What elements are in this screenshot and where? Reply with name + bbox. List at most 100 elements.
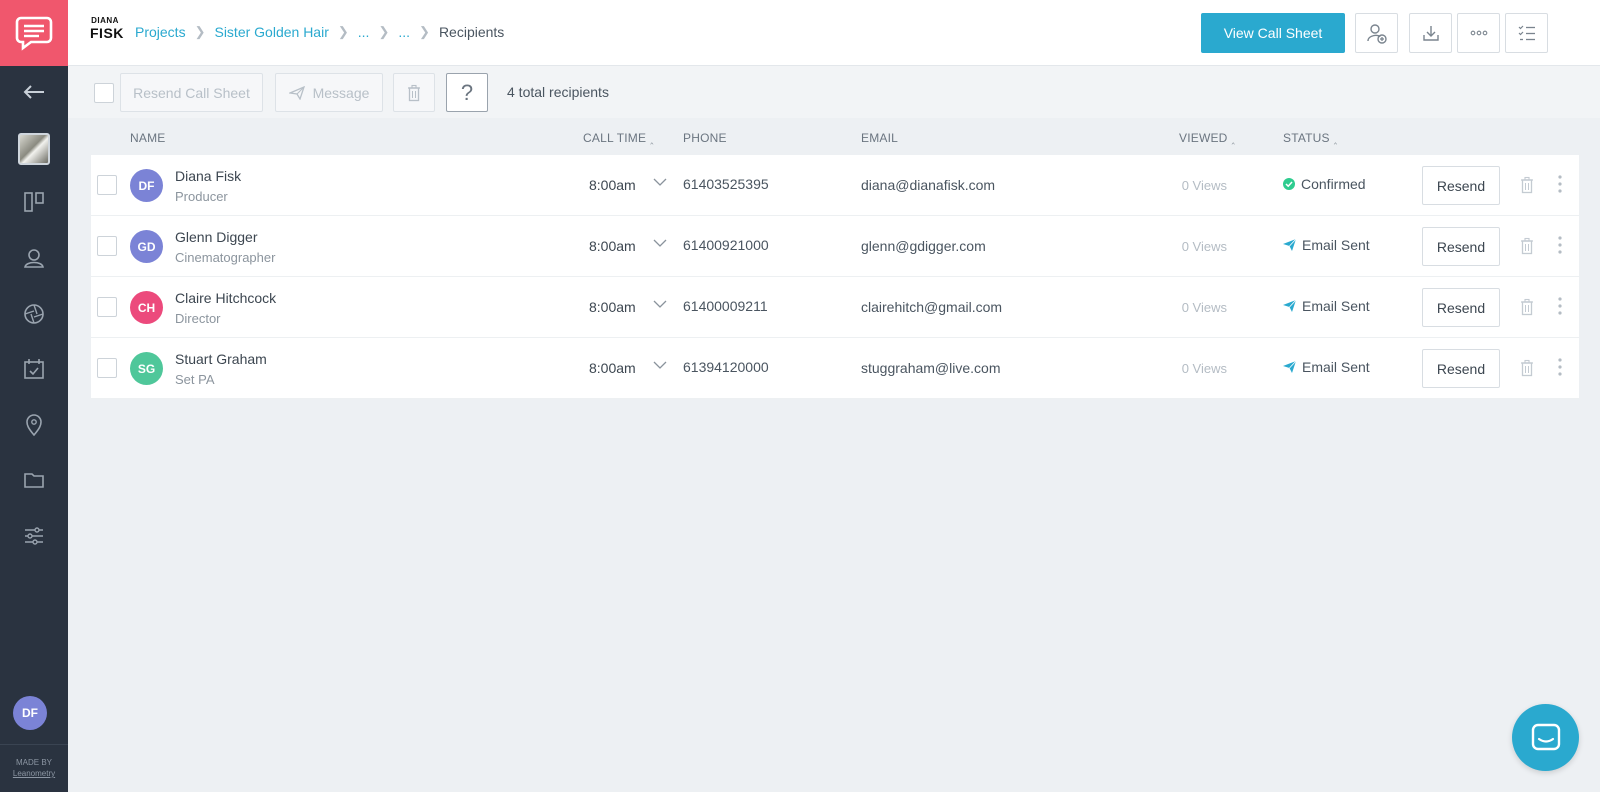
sidebar-item-equipment[interactable]	[0, 294, 68, 334]
chevron-right-icon: ❯	[337, 24, 349, 39]
status-badge: Email Sent	[1283, 298, 1370, 314]
breadcrumb-projects[interactable]: Projects	[135, 24, 186, 40]
row-checkbox[interactable]	[97, 175, 117, 195]
footer-made-by: MADE BY	[15, 758, 52, 767]
column-header-email[interactable]: EMAIL	[861, 131, 898, 145]
column-header-call-time[interactable]: CALL TIME ‸	[583, 131, 654, 145]
email-value: diana@dianafisk.com	[861, 177, 996, 193]
project-thumbnail[interactable]	[0, 129, 68, 169]
help-button[interactable]: ?	[446, 73, 488, 112]
column-header-viewed[interactable]: VIEWED ‸	[1179, 131, 1235, 145]
message-button-label: Message	[312, 84, 370, 101]
trash-icon	[408, 84, 420, 101]
column-header-phone[interactable]: PHONE	[683, 131, 727, 145]
user-avatar[interactable]: DF	[13, 696, 47, 730]
trash-icon[interactable]	[1520, 298, 1534, 316]
bulk-delete-button[interactable]	[393, 73, 435, 112]
phone-value: 61400009211	[683, 298, 768, 314]
recipient-name[interactable]: Glenn Digger	[175, 229, 258, 245]
avatar: DF	[130, 169, 163, 202]
call-time-value[interactable]: 8:00am	[589, 360, 636, 376]
check-circle-icon	[1283, 178, 1295, 190]
row-checkbox[interactable]	[97, 236, 117, 256]
sidebar-item-schedule[interactable]	[0, 349, 68, 389]
views-count: 0 Views	[1181, 361, 1227, 376]
call-time-value[interactable]: 8:00am	[589, 238, 636, 254]
select-all-checkbox[interactable]	[94, 83, 114, 103]
row-checkbox[interactable]	[97, 297, 117, 317]
brand-line1: DIANA	[91, 16, 119, 25]
trash-icon[interactable]	[1520, 237, 1534, 255]
call-time-value[interactable]: 8:00am	[589, 299, 636, 315]
recipient-name[interactable]: Stuart Graham	[175, 351, 267, 367]
paper-plane-icon	[1283, 239, 1296, 251]
resend-button[interactable]: Resend	[1422, 166, 1500, 205]
view-call-sheet-button[interactable]: View Call Sheet	[1201, 13, 1345, 53]
chat-bubble-icon	[1531, 723, 1560, 750]
avatar: GD	[130, 230, 163, 263]
chevron-right-icon: ❯	[419, 24, 430, 39]
breadcrumb-current: Recipients	[438, 24, 505, 40]
message-button[interactable]: Message	[275, 73, 383, 112]
chat-logo-icon	[15, 16, 53, 51]
resend-call-sheet-button[interactable]: Resend Call Sheet	[120, 73, 263, 112]
views-count: 0 Views	[1181, 178, 1227, 193]
status-badge: Email Sent	[1283, 237, 1370, 253]
breadcrumb-project[interactable]: Sister Golden Hair	[214, 24, 328, 40]
trash-icon[interactable]	[1520, 176, 1534, 194]
kebab-menu-icon[interactable]	[1557, 296, 1563, 316]
sidebar-item-settings[interactable]	[0, 516, 68, 556]
breadcrumb-ellipsis-1[interactable]: ...	[358, 24, 370, 40]
status-text: Email Sent	[1302, 237, 1370, 253]
chevron-down-icon[interactable]	[653, 361, 667, 369]
resend-button[interactable]: Resend	[1422, 349, 1500, 388]
chevron-down-icon[interactable]	[653, 239, 667, 247]
column-header-email-label: EMAIL	[861, 131, 899, 145]
sidebar-item-contacts[interactable]	[0, 238, 68, 278]
kebab-menu-icon[interactable]	[1557, 174, 1563, 194]
breadcrumb-ellipsis-2[interactable]: ...	[398, 24, 410, 40]
more-options-button[interactable]	[1457, 13, 1500, 53]
column-header-viewed-label: VIEWED	[1179, 131, 1228, 145]
column-header-call-time-label: CALL TIME	[583, 131, 647, 145]
brand-logo[interactable]: DIANA FISK	[90, 16, 123, 41]
column-header-status[interactable]: STATUS ‸	[1283, 131, 1337, 145]
recipient-role: Producer	[175, 189, 228, 204]
kebab-menu-icon[interactable]	[1557, 235, 1563, 255]
recipient-name[interactable]: Claire Hitchcock	[175, 290, 276, 306]
phone-value: 61403525395	[683, 176, 769, 192]
row-checkbox[interactable]	[97, 358, 117, 378]
resend-button[interactable]: Resend	[1422, 288, 1500, 327]
recipient-role: Cinematographer	[175, 250, 276, 265]
call-time-value[interactable]: 8:00am	[589, 177, 636, 193]
status-text: Email Sent	[1302, 359, 1370, 375]
add-contact-icon	[1366, 24, 1387, 44]
table-row: DF Diana Fisk Producer 8:00am 6140352539…	[91, 155, 1579, 216]
table-row: CH Claire Hitchcock Director 8:00am 6140…	[91, 277, 1579, 338]
paper-plane-icon	[1283, 300, 1296, 312]
chevron-right-icon: ❯	[194, 24, 206, 39]
column-header-status-label: STATUS	[1283, 131, 1330, 145]
checklist-button[interactable]	[1505, 13, 1548, 53]
recipient-name[interactable]: Diana Fisk	[175, 168, 241, 184]
chat-launcher-button[interactable]	[1512, 704, 1579, 771]
chevron-down-icon[interactable]	[653, 300, 667, 308]
kebab-menu-icon[interactable]	[1557, 357, 1563, 377]
chevron-down-icon[interactable]	[653, 178, 667, 186]
sidebar-item-locations[interactable]	[0, 405, 68, 445]
download-button[interactable]	[1409, 13, 1452, 53]
calendar-check-icon	[24, 359, 44, 379]
project-image	[18, 133, 50, 165]
app-logo[interactable]	[0, 0, 68, 66]
table-row: GD Glenn Digger Cinematographer 8:00am 6…	[91, 216, 1579, 277]
resend-button[interactable]: Resend	[1422, 227, 1500, 266]
add-contact-button[interactable]	[1355, 13, 1398, 53]
back-button[interactable]	[0, 72, 68, 112]
sidebar-item-board[interactable]	[0, 182, 68, 222]
sidebar-item-files[interactable]	[0, 460, 68, 500]
column-header-name[interactable]: NAME	[130, 131, 165, 145]
trash-icon[interactable]	[1520, 359, 1534, 377]
paper-plane-icon	[1283, 361, 1296, 373]
made-by-footer[interactable]: MADE BY Leanometry	[0, 744, 68, 792]
email-value: glenn@gdigger.com	[861, 238, 986, 254]
